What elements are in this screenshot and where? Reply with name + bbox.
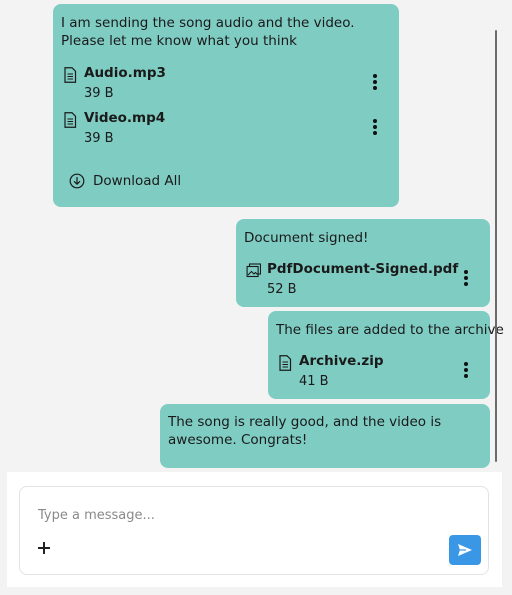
message-input[interactable] [38, 505, 418, 525]
more-options-icon[interactable] [458, 359, 474, 381]
document-icon [64, 112, 77, 128]
download-all-label: Download All [93, 173, 182, 189]
attachment-size: 39 B [84, 86, 114, 101]
document-icon [64, 67, 77, 83]
message-composer [19, 486, 489, 575]
attachment-size: 41 B [299, 374, 329, 389]
more-options-icon[interactable] [458, 267, 474, 289]
document-icon [279, 355, 292, 371]
download-circle-icon [69, 173, 85, 189]
message-text: The files are added to the archive [276, 322, 504, 338]
more-options-icon[interactable] [367, 116, 383, 138]
add-attachment-button[interactable] [36, 540, 52, 556]
message-bubble: The files are added to the archive Archi… [268, 311, 504, 399]
attachment-name[interactable]: Archive.zip [299, 351, 384, 371]
message-text: I am sending the song audio and the vide… [61, 15, 355, 49]
message-bubble: I am sending the song audio and the vide… [53, 4, 399, 207]
message-bubble: Document signed! PdfDocument-Signed.pdf … [236, 219, 490, 307]
attachment-name[interactable]: Audio.mp3 [84, 63, 166, 83]
more-options-icon[interactable] [367, 71, 383, 93]
send-icon [458, 544, 472, 556]
message-text: Document signed! [244, 230, 369, 246]
attachment-size: 52 B [267, 282, 297, 297]
attachment-item[interactable]: Archive.zip 41 B [276, 351, 482, 391]
chat-message-list[interactable]: I am sending the song audio and the vide… [0, 0, 512, 472]
attachment-size: 39 B [84, 131, 114, 146]
message-bubble: The song is really good, and the video i… [160, 404, 490, 468]
scrollbar[interactable] [495, 30, 497, 462]
image-document-icon [246, 263, 261, 278]
attachment-name[interactable]: Video.mp4 [84, 108, 165, 128]
send-button[interactable] [449, 535, 481, 565]
attachment-item[interactable]: Audio.mp3 39 B [61, 63, 391, 103]
message-text: The song is really good, and the video i… [168, 414, 442, 448]
attachment-name[interactable]: PdfDocument-Signed.pdf [267, 259, 458, 279]
composer-panel [7, 472, 502, 587]
attachment-item[interactable]: Video.mp4 39 B [61, 108, 391, 148]
attachment-item[interactable]: PdfDocument-Signed.pdf 52 B [244, 259, 482, 299]
